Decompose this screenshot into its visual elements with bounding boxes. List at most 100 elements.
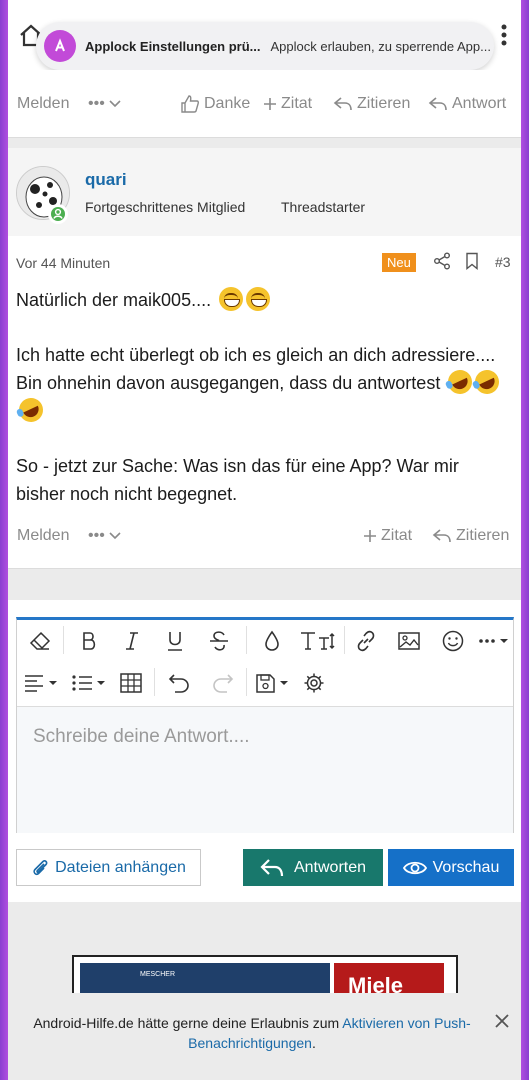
toast-title: Applock Einstellungen prü... <box>85 38 261 54</box>
message-paragraph-2: Ich hatte echt überlegt ob ich es gleich… <box>15 341 511 426</box>
grinning-emoji-icon <box>219 287 244 311</box>
editor-toolbar-row-2 <box>17 662 513 702</box>
bold-icon[interactable] <box>74 626 104 656</box>
reply-placeholder: Schreibe deine Antwort.... <box>33 726 250 747</box>
plus-icon <box>264 98 276 110</box>
toolbar-divider <box>63 626 64 654</box>
applock-notification-toast[interactable]: Applock Einstellungen prü... Applock erl… <box>36 22 494 70</box>
rofl-emoji-icon <box>444 366 477 398</box>
threadstarter-label: Threadstarter <box>281 199 366 215</box>
reply-label: Antwort <box>452 95 507 112</box>
rofl-emoji-icon <box>471 366 504 398</box>
report-link[interactable]: Melden <box>17 95 69 113</box>
post-date-link[interactable]: Vor 44 Minuten <box>16 255 110 271</box>
ad-brand-logo: Miele <box>334 963 444 993</box>
previous-post-actions: Melden ••• Danke Zitat Zitieren Antwort <box>8 70 521 138</box>
quote-label: Zitat <box>281 95 313 112</box>
text-color-drop-icon[interactable] <box>257 626 287 656</box>
like-button[interactable]: Danke <box>180 95 250 113</box>
like-label: Danke <box>204 95 251 112</box>
post-author-block <box>8 148 521 236</box>
new-badge: Neu <box>382 253 416 272</box>
gear-icon[interactable] <box>299 668 329 698</box>
reply-icon <box>432 529 451 543</box>
thumbs-up-icon <box>181 95 199 113</box>
strikethrough-icon[interactable] <box>204 626 234 656</box>
post-body: Vor 44 Minuten Neu #3 Natürlich der maik… <box>8 236 521 569</box>
push-permission-end: . <box>311 1035 316 1051</box>
rofl-emoji-icon <box>15 394 47 426</box>
reply-icon <box>428 97 447 111</box>
preview-button[interactable]: Vorschau <box>388 849 514 886</box>
report-link[interactable]: Melden <box>17 527 69 545</box>
attach-files-button[interactable]: Dateien anhängen <box>16 849 201 886</box>
rich-text-editor: Schreibe deine Antwort.... <box>16 617 514 833</box>
quote-button[interactable]: Zitat <box>263 95 312 113</box>
preview-label: Vorschau <box>432 858 500 876</box>
font-size-icon[interactable] <box>297 626 339 656</box>
bookmark-icon[interactable] <box>465 252 479 270</box>
chevron-down-icon <box>109 532 121 540</box>
quote-label: Zitat <box>381 527 413 544</box>
attach-files-label: Dateien anhängen <box>55 858 186 876</box>
message-text-2: Ich hatte echt überlegt ob ich es gleich… <box>16 345 496 393</box>
reply-button[interactable]: Antwort <box>428 95 506 113</box>
submit-reply-label: Antworten <box>293 858 367 876</box>
reply-text-area[interactable]: Schreibe deine Antwort.... <box>17 706 513 833</box>
reply-icon <box>260 858 284 876</box>
close-icon[interactable] <box>494 1013 510 1029</box>
ad-small-text: MESCHER <box>140 971 176 978</box>
quote-button[interactable]: Zitat <box>363 527 412 545</box>
underline-icon[interactable] <box>160 626 190 656</box>
editor-toolbar-row-1 <box>17 620 513 660</box>
more-vertical-icon[interactable] <box>501 24 507 46</box>
post-number-link[interactable]: #3 <box>495 254 511 270</box>
quote-reply-label: Zitieren <box>456 527 510 544</box>
more-options-icon[interactable] <box>477 626 511 656</box>
more-actions-button[interactable]: ••• <box>88 95 121 113</box>
advertisement-banner[interactable]: MESCHER Miele <box>72 955 458 995</box>
submit-reply-button[interactable]: Antworten <box>243 849 383 886</box>
author-role: Fortgeschrittenes Mitglied <box>85 199 246 215</box>
more-dots: ••• <box>88 95 105 112</box>
online-status-icon <box>48 204 68 224</box>
quote-reply-button[interactable]: Zitieren <box>333 95 410 113</box>
image-icon[interactable] <box>394 626 424 656</box>
author-name-link[interactable]: quari <box>85 170 127 190</box>
message-paragraph-3: So - jetzt zur Sache: Was isn das für ei… <box>16 456 459 504</box>
chevron-down-icon <box>109 100 121 108</box>
redo-icon[interactable] <box>208 668 238 698</box>
grinning-emoji-icon <box>246 287 271 311</box>
quote-reply-button[interactable]: Zitieren <box>432 527 509 545</box>
toolbar-divider <box>154 668 155 696</box>
eraser-icon[interactable] <box>25 626 55 656</box>
undo-icon[interactable] <box>164 668 194 698</box>
italic-icon[interactable] <box>117 626 147 656</box>
ad-shop-logo: MESCHER <box>80 963 330 993</box>
link-icon[interactable] <box>351 626 381 656</box>
message-text-1: Natürlich der maik005.... <box>16 290 212 310</box>
eye-icon <box>402 861 427 874</box>
smiley-icon[interactable] <box>438 626 468 656</box>
quote-reply-label: Zitieren <box>357 95 411 112</box>
more-actions-button[interactable]: ••• <box>88 527 121 545</box>
align-icon[interactable] <box>21 668 61 698</box>
toast-text: Applock erlauben, zu sperrende App... <box>270 38 491 54</box>
toolbar-divider <box>246 668 247 696</box>
table-icon[interactable] <box>116 668 146 698</box>
push-permission-text: Android-Hilfe.de hätte gerne deine Erlau… <box>22 1013 482 1053</box>
push-permission-banner: Android-Hilfe.de hätte gerne deine Erlau… <box>8 993 521 1080</box>
applock-icon <box>44 30 76 62</box>
share-icon[interactable] <box>433 252 451 270</box>
page: Applock Einstellungen prü... Applock erl… <box>8 0 521 1080</box>
toolbar-divider <box>246 626 247 654</box>
quick-reply-section: Schreibe deine Antwort.... Dateien anhän… <box>8 600 521 902</box>
list-icon[interactable] <box>69 668 109 698</box>
reply-icon <box>333 97 352 111</box>
more-dots: ••• <box>88 527 105 544</box>
push-permission-message: Android-Hilfe.de hätte gerne deine Erlau… <box>33 1015 343 1031</box>
toolbar-divider <box>344 626 345 654</box>
save-draft-icon[interactable] <box>253 668 295 698</box>
paperclip-icon <box>33 859 48 875</box>
plus-icon <box>364 530 376 542</box>
